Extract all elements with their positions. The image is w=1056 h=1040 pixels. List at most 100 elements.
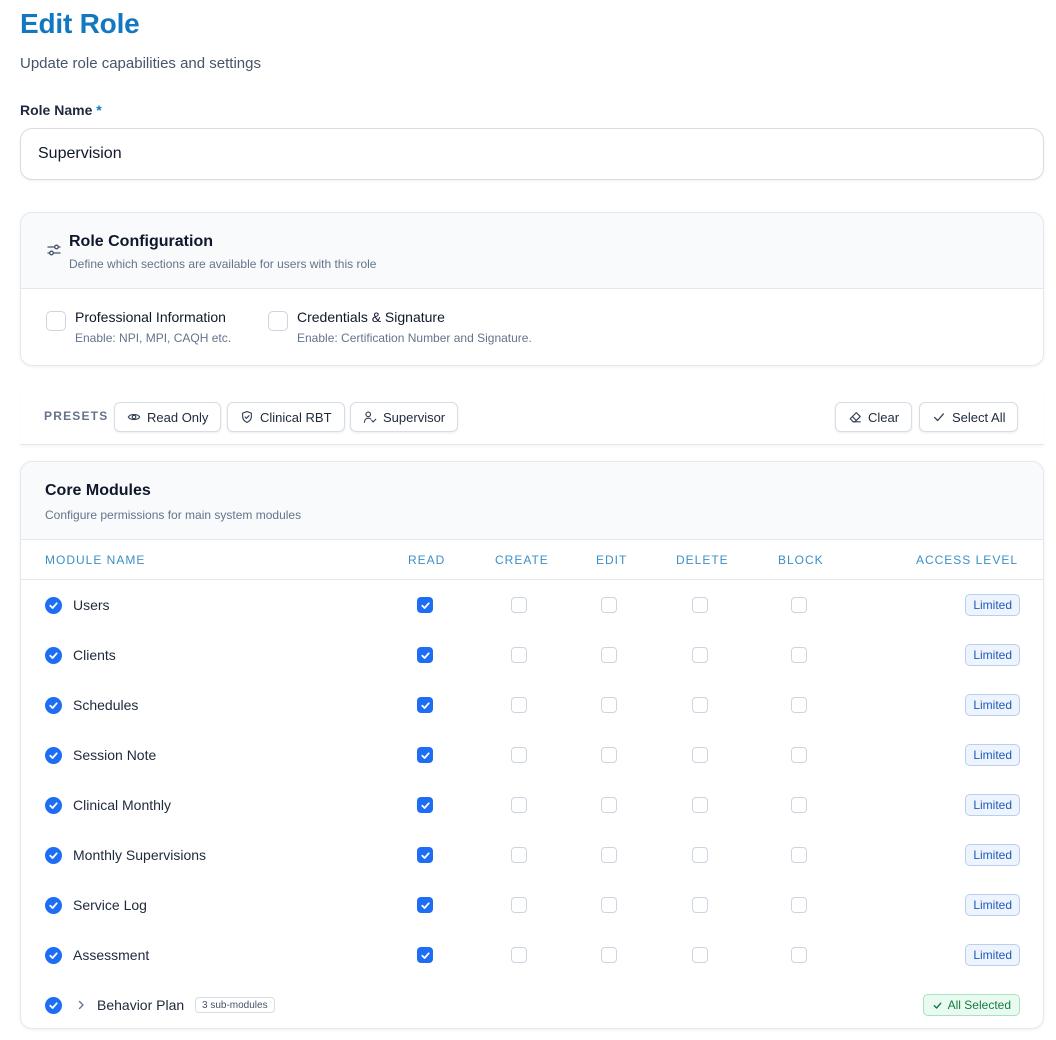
block-permission-checkbox[interactable] xyxy=(791,947,807,963)
access-level-badge: Limited xyxy=(965,844,1020,866)
module-enable-checkbox[interactable] xyxy=(45,997,62,1014)
block-permission-checkbox[interactable] xyxy=(791,847,807,863)
all-selected-badge: All Selected xyxy=(922,994,1020,1016)
edit-permission-checkbox[interactable] xyxy=(601,697,617,713)
preset-supervisor-button[interactable]: Supervisor xyxy=(350,402,459,432)
create-permission-checkbox[interactable] xyxy=(511,647,527,663)
column-header-block: BLOCK xyxy=(778,553,824,567)
delete-permission-checkbox[interactable] xyxy=(692,947,708,963)
read-permission-checkbox[interactable] xyxy=(417,897,433,913)
read-permission-checkbox[interactable] xyxy=(417,597,433,613)
module-enable-checkbox[interactable] xyxy=(45,847,62,864)
module-enable-checkbox[interactable] xyxy=(45,747,62,764)
module-name: Clients xyxy=(73,647,116,663)
edit-permission-checkbox[interactable] xyxy=(601,597,617,613)
delete-permission-checkbox[interactable] xyxy=(692,697,708,713)
eraser-icon xyxy=(849,412,861,423)
block-permission-checkbox[interactable] xyxy=(791,647,807,663)
table-row: Clinical Monthly Limited xyxy=(21,780,1043,830)
read-permission-checkbox[interactable] xyxy=(417,747,433,763)
check-icon xyxy=(933,1002,942,1009)
clear-button[interactable]: Clear xyxy=(835,402,913,432)
chevron-right-icon[interactable] xyxy=(75,999,87,1011)
page-subtitle: Update role capabilities and settings xyxy=(20,55,261,72)
edit-permission-checkbox[interactable] xyxy=(601,647,617,663)
module-name: Monthly Supervisions xyxy=(73,847,207,863)
edit-permission-checkbox[interactable] xyxy=(601,897,617,913)
sliders-icon xyxy=(47,244,61,256)
access-level-badge: Limited xyxy=(965,794,1020,816)
block-permission-checkbox[interactable] xyxy=(791,597,807,613)
core-modules-card: Core Modules Configure permissions for m… xyxy=(20,461,1044,1029)
edit-permission-checkbox[interactable] xyxy=(601,747,617,763)
create-permission-checkbox[interactable] xyxy=(511,747,527,763)
create-permission-checkbox[interactable] xyxy=(511,897,527,913)
page-title: Edit Role xyxy=(20,8,140,39)
column-header-delete: DELETE xyxy=(676,553,729,567)
module-enable-checkbox[interactable] xyxy=(45,947,62,964)
role-name-input[interactable] xyxy=(20,128,1044,180)
role-configuration-header: Role Configuration Define which sections… xyxy=(21,213,1043,289)
credentials-signature-checkbox[interactable] xyxy=(268,311,288,331)
delete-permission-checkbox[interactable] xyxy=(692,797,708,813)
read-permission-checkbox[interactable] xyxy=(417,647,433,663)
read-permission-checkbox[interactable] xyxy=(417,847,433,863)
read-permission-checkbox[interactable] xyxy=(417,947,433,963)
module-enable-checkbox[interactable] xyxy=(45,897,62,914)
role-configuration-card: Role Configuration Define which sections… xyxy=(20,212,1044,366)
delete-permission-checkbox[interactable] xyxy=(692,597,708,613)
access-level-badge: Limited xyxy=(965,694,1020,716)
professional-information-checkbox[interactable] xyxy=(46,311,66,331)
access-level-badge: Limited xyxy=(965,944,1020,966)
eye-icon xyxy=(127,413,141,421)
check-icon xyxy=(933,413,945,422)
block-permission-checkbox[interactable] xyxy=(791,747,807,763)
preset-label: Supervisor xyxy=(383,409,446,425)
read-permission-checkbox[interactable] xyxy=(417,797,433,813)
edit-permission-checkbox[interactable] xyxy=(601,797,617,813)
module-enable-checkbox[interactable] xyxy=(45,597,62,614)
block-permission-checkbox[interactable] xyxy=(791,697,807,713)
module-enable-checkbox[interactable] xyxy=(45,647,62,664)
delete-permission-checkbox[interactable] xyxy=(692,647,708,663)
sub-modules-badge: 3 sub-modules xyxy=(195,997,275,1013)
role-configuration-subtitle: Define which sections are available for … xyxy=(69,257,377,271)
config-option-description: Enable: Certification Number and Signatu… xyxy=(297,331,532,345)
all-selected-label: All Selected xyxy=(947,998,1011,1012)
access-level-badge: Limited xyxy=(965,644,1020,666)
presets-bar: PRESETS Read Only Clinical RBT Superviso… xyxy=(20,389,1044,445)
config-option-label: Credentials & Signature xyxy=(297,309,445,325)
create-permission-checkbox[interactable] xyxy=(511,797,527,813)
table-row: Clients Limited xyxy=(21,630,1043,680)
block-permission-checkbox[interactable] xyxy=(791,897,807,913)
create-permission-checkbox[interactable] xyxy=(511,597,527,613)
delete-permission-checkbox[interactable] xyxy=(692,847,708,863)
delete-permission-checkbox[interactable] xyxy=(692,747,708,763)
module-enable-checkbox[interactable] xyxy=(45,797,62,814)
module-name: Clinical Monthly xyxy=(73,797,172,813)
create-permission-checkbox[interactable] xyxy=(511,697,527,713)
config-option-label: Professional Information xyxy=(75,309,226,325)
access-level-badge: Limited xyxy=(965,894,1020,916)
block-permission-checkbox[interactable] xyxy=(791,797,807,813)
module-enable-checkbox[interactable] xyxy=(45,697,62,714)
create-permission-checkbox[interactable] xyxy=(511,947,527,963)
table-row: Schedules Limited xyxy=(21,680,1043,730)
module-name: Users xyxy=(73,597,110,613)
role-name-label: Role Name * xyxy=(20,102,102,118)
required-mark: * xyxy=(96,102,102,118)
edit-permission-checkbox[interactable] xyxy=(601,847,617,863)
table-row: Assessment Limited xyxy=(21,930,1043,980)
role-configuration-title: Role Configuration xyxy=(69,233,213,250)
module-name: Behavior Plan xyxy=(97,997,185,1013)
table-row: Users Limited xyxy=(21,580,1043,630)
delete-permission-checkbox[interactable] xyxy=(692,897,708,913)
edit-permission-checkbox[interactable] xyxy=(601,947,617,963)
select-all-button[interactable]: Select All xyxy=(919,402,1019,432)
preset-label: Clinical RBT xyxy=(260,409,332,425)
create-permission-checkbox[interactable] xyxy=(511,847,527,863)
preset-clinical-rbt-button[interactable]: Clinical RBT xyxy=(227,402,345,432)
read-permission-checkbox[interactable] xyxy=(417,697,433,713)
presets-label: PRESETS xyxy=(44,409,109,423)
preset-read-only-button[interactable]: Read Only xyxy=(114,402,222,432)
